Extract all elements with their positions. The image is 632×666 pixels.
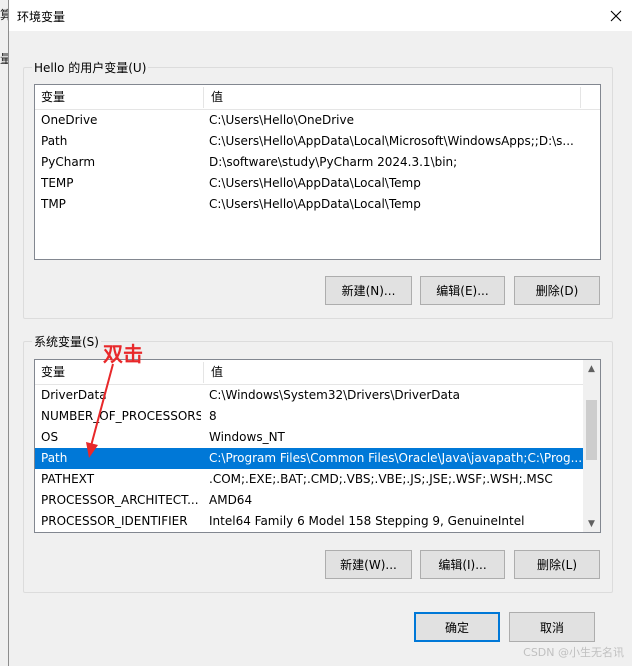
annotation-arrow-icon	[86, 363, 114, 458]
column-divider[interactable]	[203, 87, 204, 108]
list-row[interactable]: TEMP C:\Users\Hello\AppData\Local\Temp	[35, 173, 600, 194]
system-delete-button[interactable]: 删除(L)	[514, 550, 600, 579]
variable-value: C:\Program Files\Common Files\Oracle\Jav…	[209, 451, 583, 465]
column-divider[interactable]	[580, 87, 581, 108]
variable-name: OneDrive	[41, 113, 98, 127]
dialog-title: 环境变量	[17, 10, 66, 24]
list-row[interactable]: Path C:\Users\Hello\AppData\Local\Microso…	[35, 131, 600, 152]
variable-name: PROCESSOR_IDENTIFIER	[41, 514, 188, 528]
variable-name: NUMBER_OF_PROCESSORS	[41, 409, 201, 423]
system-edit-button[interactable]: 编辑(I)...	[420, 550, 505, 579]
variable-name: TMP	[41, 197, 66, 211]
close-icon	[610, 10, 622, 21]
user-variables-rows: OneDrive C:\Users\Hello\OneDrive Path C:\Us…	[35, 110, 600, 215]
system-new-button[interactable]: 新建(W)...	[325, 550, 412, 579]
variable-value: C:\Users\Hello\AppData\Local\Microsoft\W…	[209, 134, 574, 148]
column-header-variable[interactable]: 变量	[35, 360, 65, 385]
user-variables-label: Hello 的用户变量(U)	[32, 59, 149, 76]
variable-value: AMD64	[209, 493, 253, 507]
column-header-value[interactable]: 值	[205, 360, 223, 385]
variable-name: TEMP	[41, 176, 74, 190]
scrollbar-thumb[interactable]	[586, 400, 597, 460]
list-row[interactable]: PyCharm D:\software\study\PyCharm 2024.3.…	[35, 152, 600, 173]
scroll-down-icon[interactable]: ▼	[583, 515, 600, 532]
variable-value: Windows_NT	[209, 430, 285, 444]
list-header: 变量 值	[35, 85, 600, 110]
scroll-up-icon[interactable]: ▲	[583, 360, 600, 377]
variable-value: C:\Users\Hello\AppData\Local\Temp	[209, 176, 421, 190]
column-header-value[interactable]: 值	[205, 85, 223, 110]
variable-value: 8	[209, 409, 217, 423]
variable-name: PATHEXT	[41, 472, 95, 486]
vertical-scrollbar[interactable]: ▲ ▼	[583, 360, 600, 532]
column-header-variable[interactable]: 变量	[35, 85, 65, 110]
list-row[interactable]: PATHEXT .COM;.EXE;.BAT;.CMD;.VBS;.VBE;.JS…	[35, 469, 600, 490]
variable-name: OS	[41, 430, 59, 444]
variable-value: C:\Users\Hello\OneDrive	[209, 113, 354, 127]
environment-variables-dialog: 环境变量 Hello 的用户变量(U) 变量 值 OneDrive C:\User…	[8, 0, 632, 666]
variable-value: Intel64 Family 6 Model 158 Stepping 9, G…	[209, 514, 525, 528]
variable-name: DriverData	[41, 388, 107, 402]
system-variables-label: 系统变量(S)	[32, 333, 101, 350]
variable-name: Path	[41, 451, 68, 465]
variable-value: C:\Windows\System32\Drivers\DriverData	[209, 388, 460, 402]
list-row[interactable]: PROCESSOR_ARCHITECT... AMD64	[35, 490, 600, 511]
user-variables-list[interactable]: 变量 值 OneDrive C:\Users\Hello\OneDrive Path…	[34, 84, 601, 260]
watermark-text: CSDN @小生无名讯	[523, 646, 624, 659]
variable-value: .COM;.EXE;.BAT;.CMD;.VBS;.VBE;.JS;.JSE;.…	[209, 472, 553, 486]
variable-name: PyCharm	[41, 155, 96, 169]
list-row[interactable]: PROCESSOR_IDENTIFIER Intel64 Family 6 Mod…	[35, 511, 600, 532]
title-bar: 环境变量	[9, 0, 632, 31]
user-delete-button[interactable]: 删除(D)	[514, 276, 600, 305]
column-divider[interactable]	[203, 362, 204, 383]
variable-value: D:\software\study\PyCharm 2024.3.1\bin;	[209, 155, 458, 169]
list-row[interactable]: TMP C:\Users\Hello\AppData\Local\Temp	[35, 194, 600, 215]
variable-name: Path	[41, 134, 68, 148]
variable-name: PROCESSOR_ARCHITECT...	[41, 493, 199, 507]
close-button[interactable]	[600, 0, 632, 31]
user-edit-button[interactable]: 编辑(E)...	[420, 276, 505, 305]
user-new-button[interactable]: 新建(N)...	[325, 276, 412, 305]
ok-button[interactable]: 确定	[414, 612, 500, 642]
variable-value: C:\Users\Hello\AppData\Local\Temp	[209, 197, 421, 211]
cancel-button[interactable]: 取消	[509, 612, 595, 642]
list-row[interactable]: OneDrive C:\Users\Hello\OneDrive	[35, 110, 600, 131]
